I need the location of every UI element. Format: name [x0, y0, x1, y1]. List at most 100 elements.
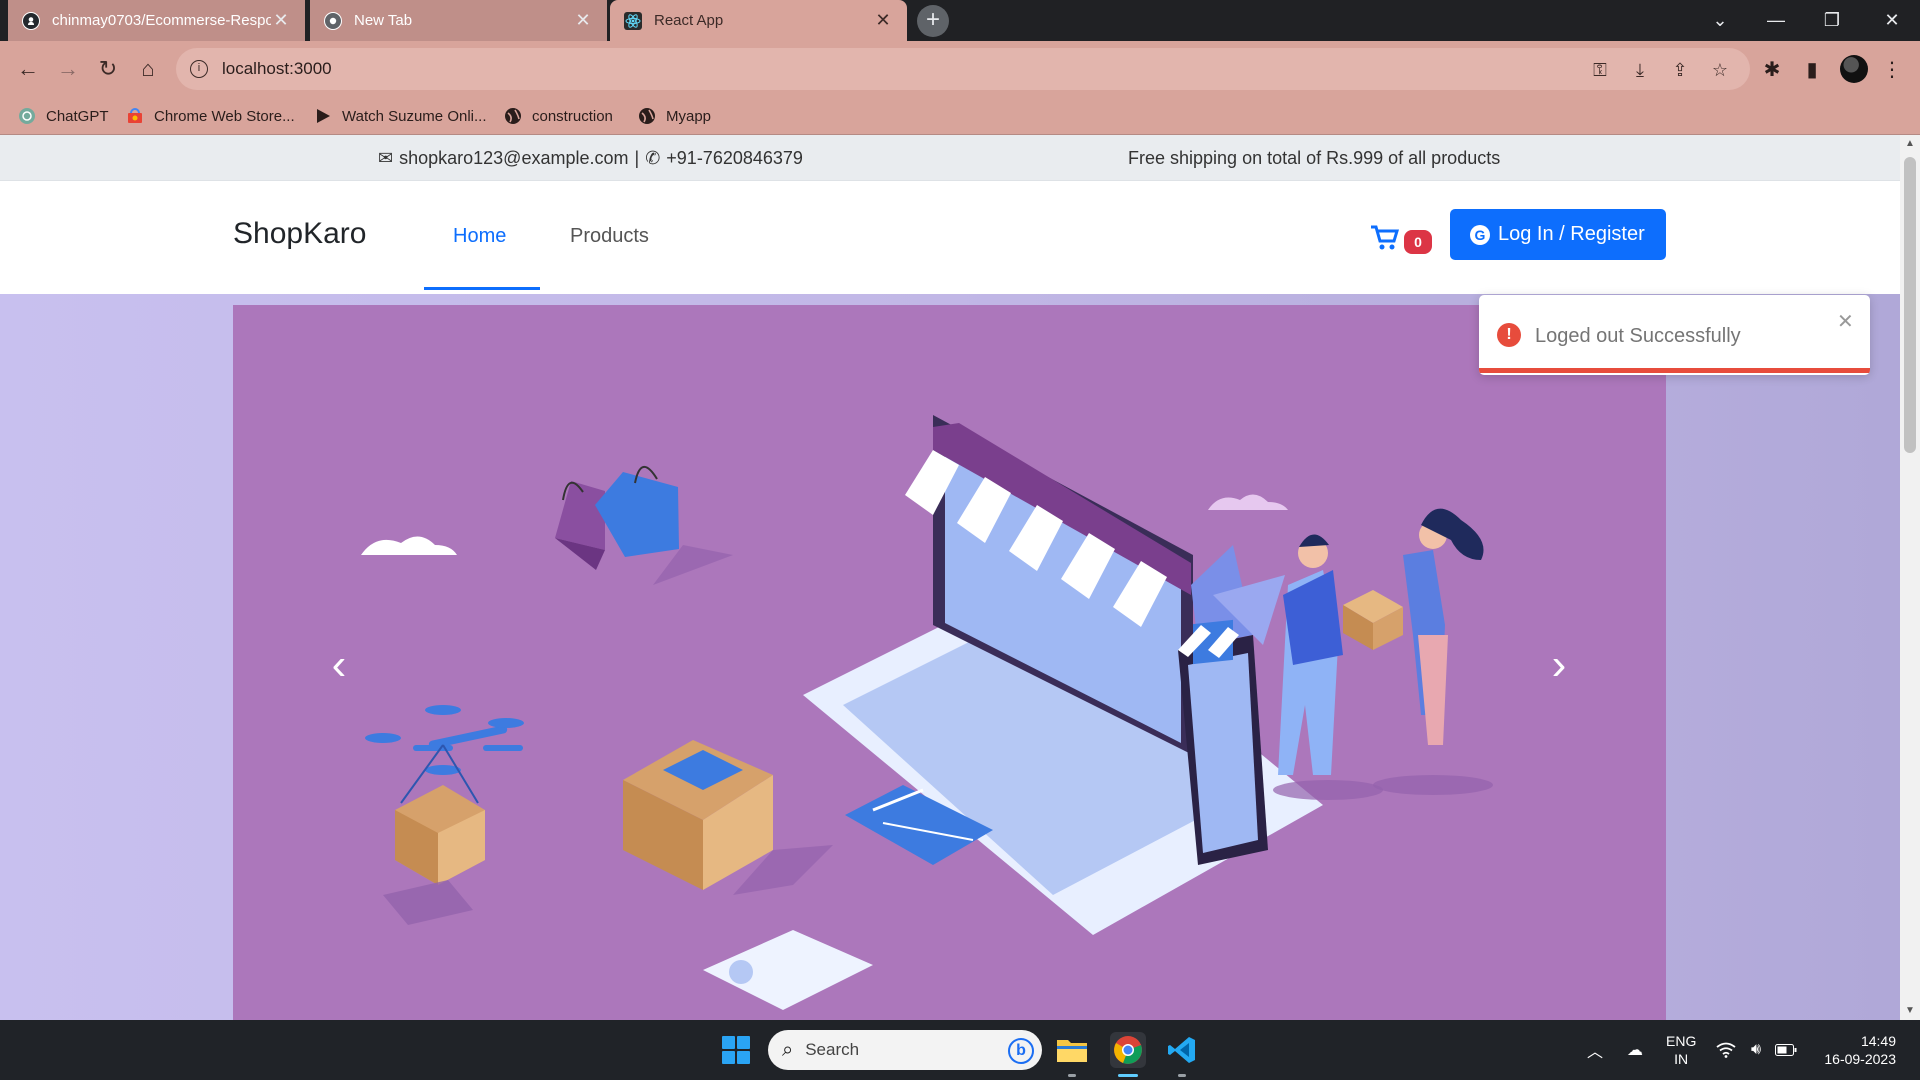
clock-time: 14:49 [1860, 1033, 1896, 1049]
page-viewport: ✉ shopkaro123@example.com | ✆ +91-762084… [0, 135, 1900, 1020]
chrome-active-indicator [1118, 1074, 1138, 1077]
system-clock[interactable]: 14:49 16-09-2023 [1810, 1032, 1896, 1068]
cart-count-badge: 0 [1404, 229, 1432, 254]
logout-toast: ! Loged out Successfully ✕ [1479, 295, 1870, 375]
toast-close-button[interactable]: ✕ [1837, 309, 1854, 334]
play-icon [314, 107, 332, 125]
bookmarks-bar: ChatGPT Chrome Web Store... Watch Suzume… [0, 97, 1920, 135]
install-icon[interactable]: ⤓ [1628, 58, 1652, 82]
close-icon[interactable]: ✕ [573, 10, 593, 31]
tab-github[interactable]: chinmay0703/Ecommerse-Responsive ✕ [8, 0, 305, 41]
nav-home[interactable]: Home [453, 225, 506, 248]
search-icon: ⌕ [782, 1038, 794, 1061]
taskbar-search[interactable]: ⌕ Search b [768, 1030, 1042, 1070]
bookmark-label: Myapp [666, 107, 712, 125]
close-icon[interactable]: ✕ [271, 10, 291, 31]
close-icon[interactable]: ✕ [873, 10, 893, 31]
envelope-icon: ✉ [378, 148, 394, 168]
scrollbar-thumb[interactable] [1904, 157, 1916, 453]
menu-kebab-icon[interactable]: ⋮ [1878, 55, 1906, 83]
tab-search-icon[interactable]: ⌄ [1692, 0, 1748, 41]
bing-icon[interactable]: b [1008, 1038, 1034, 1064]
site-info-icon[interactable]: i [190, 60, 208, 78]
cart-icon [1370, 225, 1400, 258]
side-panel-icon[interactable]: ▮ [1798, 55, 1826, 83]
back-arrow-icon[interactable]: ← [12, 53, 44, 85]
restore-button[interactable]: ❐ [1804, 0, 1860, 41]
bookmark-label: Watch Suzume Onli... [342, 107, 487, 125]
volume-icon[interactable]: 🔊︎ [1742, 1020, 1770, 1080]
language-indicator[interactable]: ENG IN [1666, 1032, 1696, 1068]
region-code: IN [1674, 1051, 1689, 1067]
bookmark-construction[interactable]: construction [504, 105, 613, 127]
bookmark-suzume[interactable]: Watch Suzume Onli... [314, 105, 487, 127]
ecommerce-illustration [361, 415, 1493, 1010]
windows-start-icon[interactable] [722, 1036, 750, 1064]
page-scrollbar[interactable]: ▲ ▼ [1900, 135, 1920, 1020]
vscode-icon[interactable] [1164, 1032, 1200, 1068]
clock-date: 16-09-2023 [1824, 1051, 1896, 1067]
chrome-taskbar-icon[interactable] [1110, 1032, 1146, 1068]
react-icon [624, 11, 642, 30]
webstore-icon [126, 107, 144, 125]
globe-icon [504, 107, 522, 125]
nav-active-underline [424, 287, 540, 290]
star-icon[interactable]: ☆ [1708, 58, 1732, 82]
search-placeholder: Search [805, 1040, 860, 1059]
carousel-prev-button[interactable]: ‹ [319, 640, 359, 690]
chatgpt-icon [18, 107, 36, 125]
key-icon[interactable]: ⚿ [1588, 58, 1612, 82]
google-icon: G [1470, 224, 1490, 245]
toast-progress-bar [1479, 368, 1870, 373]
home-icon[interactable]: ⌂ [132, 53, 164, 85]
login-label: Log In / Register [1498, 223, 1645, 245]
tab-title: React App [654, 12, 724, 29]
address-bar[interactable]: i localhost:3000 ⚿ ⤓ ⇪ ☆ [176, 48, 1750, 90]
toast-message: Loged out Successfully [1535, 325, 1741, 347]
site-navbar: ShopKaro Home Products 0 G Log In / Regi… [0, 181, 1900, 294]
onedrive-icon[interactable]: ☁ [1618, 1020, 1652, 1080]
profile-avatar[interactable] [1840, 55, 1868, 83]
file-explorer-icon[interactable] [1054, 1032, 1090, 1068]
battery-icon[interactable] [1772, 1020, 1800, 1080]
contact-info: ✉ shopkaro123@example.com | ✆ +91-762084… [378, 148, 803, 169]
url-text[interactable]: localhost:3000 [222, 59, 332, 79]
extensions-icon[interactable]: ✱ [1758, 55, 1786, 83]
bookmark-myapp[interactable]: Myapp [638, 105, 711, 127]
bookmark-label: Chrome Web Store... [154, 107, 295, 125]
language-code: ENG [1666, 1033, 1697, 1049]
scroll-up-arrow[interactable]: ▲ [1900, 135, 1920, 153]
reload-icon[interactable]: ↻ [92, 53, 124, 85]
github-icon [22, 11, 40, 30]
browser-tab-strip: chinmay0703/Ecommerse-Responsive ✕ New T… [0, 0, 1920, 41]
contact-topbar: ✉ shopkaro123@example.com | ✆ +91-762084… [0, 135, 1900, 181]
carousel-next-button[interactable]: › [1539, 640, 1579, 690]
scroll-down-arrow[interactable]: ▼ [1900, 1002, 1920, 1020]
hero-carousel: ‹ › [233, 305, 1666, 1020]
phone-icon: ✆ [645, 148, 661, 168]
bookmark-label: ChatGPT [46, 107, 109, 125]
close-window-button[interactable]: ✕ [1864, 0, 1920, 41]
cart-button[interactable]: 0 [1370, 225, 1432, 258]
contact-email[interactable]: shopkaro123@example.com [399, 148, 628, 169]
wifi-icon[interactable] [1712, 1020, 1740, 1080]
tab-title: New Tab [354, 12, 413, 29]
brand-logo[interactable]: ShopKaro [233, 217, 366, 251]
minimize-button[interactable]: — [1748, 0, 1804, 41]
bookmark-label: construction [532, 107, 613, 125]
tray-overflow-chevron-icon[interactable]: ︿ [1580, 1020, 1610, 1080]
bookmark-web-store[interactable]: Chrome Web Store... [126, 105, 295, 127]
bookmark-chatgpt[interactable]: ChatGPT [18, 105, 109, 127]
windows-taskbar: ⌕ Search b ︿ ☁ ENG IN 🔊︎ 14:49 16-09-202… [0, 1020, 1920, 1080]
chrome-icon [324, 11, 342, 30]
login-register-button[interactable]: G Log In / Register [1450, 209, 1666, 260]
forward-arrow-icon[interactable]: → [52, 53, 84, 85]
new-tab-button[interactable]: + [917, 5, 949, 37]
tab-new-tab[interactable]: New Tab ✕ [310, 0, 607, 41]
share-icon[interactable]: ⇪ [1668, 58, 1692, 82]
nav-products[interactable]: Products [570, 225, 649, 248]
vscode-running-indicator [1178, 1074, 1186, 1077]
browser-toolbar: ← → ↻ ⌂ i localhost:3000 ⚿ ⤓ ⇪ ☆ ✱ ▮ ⋮ [0, 41, 1920, 97]
contact-phone[interactable]: +91-7620846379 [666, 148, 803, 169]
tab-react-app[interactable]: React App ✕ [610, 0, 907, 41]
